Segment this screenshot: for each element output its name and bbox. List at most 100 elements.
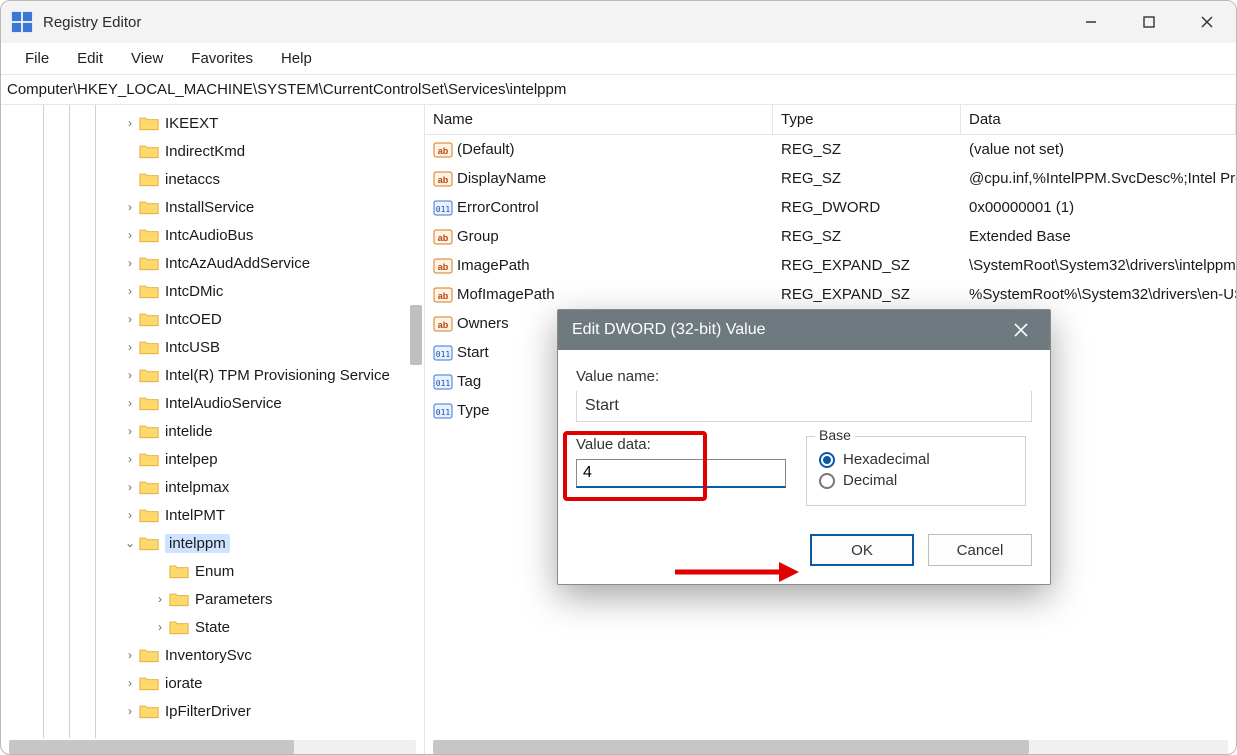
values-header: Name Type Data: [425, 105, 1236, 135]
folder-icon: [139, 395, 159, 411]
folder-icon: [139, 451, 159, 467]
value-data: 0x00000001 (1): [961, 199, 1236, 216]
menubar: File Edit View Favorites Help: [1, 43, 1236, 75]
value-type: REG_EXPAND_SZ: [773, 257, 961, 274]
tree-horizontal-scrollbar[interactable]: [9, 740, 416, 754]
expand-arrow-icon[interactable]: ›: [121, 284, 139, 298]
expand-arrow-icon[interactable]: ›: [121, 256, 139, 270]
close-button[interactable]: [1178, 1, 1236, 43]
folder-icon: [139, 227, 159, 243]
tree-item-label: intelpep: [165, 451, 218, 468]
expand-arrow-icon[interactable]: ›: [121, 676, 139, 690]
value-name-label: Value name:: [576, 368, 1032, 385]
value-name: Group: [457, 228, 499, 245]
tree-item-label: IntcOED: [165, 311, 222, 328]
folder-icon: [139, 283, 159, 299]
tree-item-label: IntcUSB: [165, 339, 220, 356]
value-name: MofImagePath: [457, 286, 555, 303]
value-row[interactable]: abImagePathREG_EXPAND_SZ\SystemRoot\Syst…: [425, 251, 1236, 280]
expand-arrow-icon[interactable]: ⌄: [121, 536, 139, 550]
value-row[interactable]: ab(Default)REG_SZ(value not set): [425, 135, 1236, 164]
folder-icon: [139, 255, 159, 271]
tree-vertical-scrollbar[interactable]: [410, 305, 422, 385]
titlebar: Registry Editor: [1, 1, 1236, 43]
expand-arrow-icon[interactable]: ›: [121, 340, 139, 354]
column-name[interactable]: Name: [425, 105, 773, 134]
expand-arrow-icon[interactable]: ›: [121, 452, 139, 466]
radio-dec-indicator: [819, 473, 835, 489]
value-type: REG_SZ: [773, 141, 961, 158]
tree-item-label: IndirectKmd: [165, 143, 245, 160]
column-data[interactable]: Data: [961, 105, 1236, 134]
value-type: REG_SZ: [773, 170, 961, 187]
radio-hex[interactable]: Hexadecimal: [819, 451, 1013, 468]
base-label: Base: [815, 427, 855, 443]
ok-button[interactable]: OK: [810, 534, 914, 566]
tree-pane: ›IKEEXTIndirectKmdinetaccs›InstallServic…: [1, 105, 425, 755]
expand-arrow-icon[interactable]: ›: [121, 228, 139, 242]
value-name: Start: [457, 344, 489, 361]
value-data-input[interactable]: [576, 459, 786, 488]
expand-arrow-icon[interactable]: ›: [121, 480, 139, 494]
dword-icon: 011: [433, 198, 453, 218]
value-row[interactable]: abMofImagePathREG_EXPAND_SZ%SystemRoot%\…: [425, 280, 1236, 309]
svg-text:ab: ab: [438, 262, 449, 272]
expand-arrow-icon[interactable]: ›: [121, 424, 139, 438]
expand-arrow-icon[interactable]: ›: [151, 620, 169, 634]
folder-icon: [169, 591, 189, 607]
folder-icon: [139, 199, 159, 215]
folder-icon: [139, 535, 159, 551]
tree-item-label: IKEEXT: [165, 115, 218, 132]
menu-view[interactable]: View: [117, 46, 177, 71]
expand-arrow-icon[interactable]: ›: [151, 592, 169, 606]
registry-tree[interactable]: ›IKEEXTIndirectKmdinetaccs›InstallServic…: [1, 105, 424, 738]
tree-item-label: Enum: [195, 563, 234, 580]
tree-item-label: IntelAudioService: [165, 395, 282, 412]
tree-item-label: IntcDMic: [165, 283, 223, 300]
maximize-button[interactable]: [1120, 1, 1178, 43]
menu-file[interactable]: File: [11, 46, 63, 71]
radio-dec[interactable]: Decimal: [819, 472, 1013, 489]
menu-favorites[interactable]: Favorites: [177, 46, 267, 71]
folder-icon: [169, 563, 189, 579]
dword-icon: 011: [433, 372, 453, 392]
svg-text:011: 011: [436, 205, 451, 214]
value-name: DisplayName: [457, 170, 546, 187]
folder-icon: [139, 367, 159, 383]
expand-arrow-icon[interactable]: ›: [121, 396, 139, 410]
value-data: \SystemRoot\System32\drivers\intelppm.sy…: [961, 257, 1236, 274]
tree-item-label: InventorySvc: [165, 647, 252, 664]
expand-arrow-icon[interactable]: ›: [121, 508, 139, 522]
cancel-button[interactable]: Cancel: [928, 534, 1032, 566]
tree-item-label: IntcAudioBus: [165, 227, 253, 244]
expand-arrow-icon[interactable]: ›: [121, 312, 139, 326]
folder-icon: [139, 339, 159, 355]
value-row[interactable]: abDisplayName REG_SZ@cpu.inf,%IntelPPM.Sv…: [425, 164, 1236, 193]
svg-text:011: 011: [436, 379, 451, 388]
value-row[interactable]: 011ErrorControlREG_DWORD0x00000001 (1): [425, 193, 1236, 222]
folder-icon: [139, 479, 159, 495]
expand-arrow-icon[interactable]: ›: [121, 116, 139, 130]
dialog-close-button[interactable]: [1006, 323, 1036, 337]
value-data: @cpu.inf,%IntelPPM.SvcDesc%;Intel Proces…: [961, 170, 1236, 187]
tree-item-label: InstallService: [165, 199, 254, 216]
menu-help[interactable]: Help: [267, 46, 326, 71]
radio-dec-label: Decimal: [843, 472, 897, 489]
folder-icon: [139, 703, 159, 719]
string-icon: ab: [433, 169, 453, 189]
tree-item-label: intelpmax: [165, 479, 229, 496]
column-type[interactable]: Type: [773, 105, 961, 134]
minimize-button[interactable]: [1062, 1, 1120, 43]
dword-icon: 011: [433, 343, 453, 363]
tree-item-label: Parameters: [195, 591, 273, 608]
address-bar[interactable]: Computer\HKEY_LOCAL_MACHINE\SYSTEM\Curre…: [1, 75, 1236, 105]
menu-edit[interactable]: Edit: [63, 46, 117, 71]
values-horizontal-scrollbar[interactable]: [433, 740, 1228, 754]
expand-arrow-icon[interactable]: ›: [121, 200, 139, 214]
expand-arrow-icon[interactable]: ›: [121, 368, 139, 382]
value-row[interactable]: abGroupREG_SZExtended Base: [425, 222, 1236, 251]
expand-arrow-icon[interactable]: ›: [121, 648, 139, 662]
value-name: Owners: [457, 315, 509, 332]
window-title: Registry Editor: [43, 14, 1062, 31]
expand-arrow-icon[interactable]: ›: [121, 704, 139, 718]
